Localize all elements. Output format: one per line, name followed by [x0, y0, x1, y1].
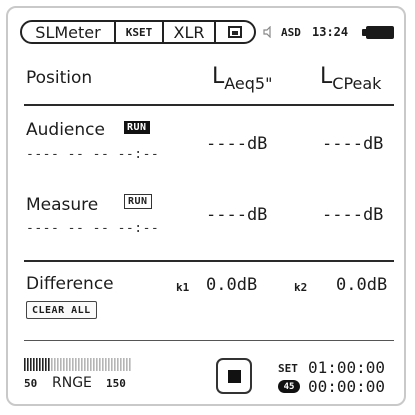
col-laeq-sub: Aeq5" — [224, 74, 273, 93]
meter-tick — [66, 358, 68, 371]
range-min: 50 — [24, 377, 38, 390]
clock-time: 13:24 — [312, 25, 349, 39]
row-audience-label: Audience — [26, 120, 105, 140]
audience-timestamp: ---- -- -- --:-- — [26, 147, 160, 162]
tab-kset-label: KSET — [125, 25, 153, 39]
meter-tick — [126, 358, 128, 371]
meter-tick — [105, 358, 107, 371]
meter-tick — [30, 358, 32, 371]
set-time: 01:00:00 — [308, 358, 386, 377]
difference-divider — [24, 260, 394, 262]
status-tabs: SLMeter KSET XLR — [20, 20, 256, 44]
tab-xlr-label: XLR — [173, 22, 205, 42]
col-lcpeak: LCPeak — [320, 64, 381, 93]
meter-tick — [96, 358, 98, 371]
measure-laeq-value: ----dB — [206, 205, 268, 225]
meter-tick — [69, 358, 71, 371]
footer-divider — [24, 340, 394, 341]
audience-run-button[interactable]: RUN — [124, 121, 150, 134]
tab-slmeter-label: SLMeter — [35, 22, 101, 42]
meter-tick — [102, 358, 104, 371]
k2-value: 0.0dB — [336, 275, 388, 295]
range-label: RNGE — [52, 375, 92, 391]
meter-tick — [57, 358, 59, 371]
meter-tick — [27, 358, 29, 371]
measure-run-button[interactable]: RUN — [124, 194, 152, 209]
tab-slmeter[interactable]: SLMeter — [22, 22, 116, 42]
range-meter-icon — [24, 358, 131, 371]
stop-icon — [227, 369, 241, 383]
speaker-icon — [263, 26, 271, 38]
elapsed-clock-icon: 45 — [278, 380, 300, 393]
difference-label: Difference — [26, 274, 114, 294]
meter-tick — [54, 358, 56, 371]
meter-tick — [114, 358, 116, 371]
meter-tick — [123, 358, 125, 371]
meter-tick — [117, 358, 119, 371]
stop-button[interactable] — [216, 358, 252, 394]
col-lcpeak-l: L — [320, 64, 333, 89]
clear-all-button[interactable]: CLEAR ALL — [26, 301, 97, 319]
meter-tick — [108, 358, 110, 371]
col-lcpeak-sub: CPeak — [332, 74, 382, 93]
tab-kset[interactable]: KSET — [116, 22, 164, 42]
tab-xlr[interactable]: XLR — [164, 22, 216, 42]
set-label: SET — [278, 362, 298, 375]
meter-tick — [75, 358, 77, 371]
elapsed-time: 00:00:00 — [308, 377, 386, 396]
col-laeq-l: L — [212, 64, 225, 89]
meter-tick — [45, 358, 47, 371]
meter-tick — [93, 358, 95, 371]
col-position: Position — [26, 68, 93, 88]
measure-lcpeak-value: ----dB — [322, 205, 384, 225]
meter-tick — [111, 358, 113, 371]
meter-tick — [84, 358, 86, 371]
audience-lcpeak-value: ----dB — [322, 134, 384, 154]
meter-tick — [51, 358, 53, 371]
meter-tick — [60, 358, 62, 371]
meter-tick — [99, 358, 101, 371]
meter-tick — [78, 358, 80, 371]
row-measure-label: Measure — [26, 195, 99, 215]
meter-tick — [36, 358, 38, 371]
meter-tick — [63, 358, 65, 371]
meter-tick — [39, 358, 41, 371]
meter-tick — [24, 358, 26, 371]
k1-label: k1 — [176, 281, 190, 294]
asd-label: ASD — [281, 26, 301, 39]
battery-icon — [362, 26, 394, 39]
measure-timestamp: ---- -- -- --:-- — [26, 221, 160, 236]
meter-tick — [81, 358, 83, 371]
meter-tick — [120, 358, 122, 371]
meter-tick — [72, 358, 74, 371]
k2-label: k2 — [294, 281, 308, 294]
meter-tick — [129, 358, 131, 371]
meter-tick — [90, 358, 92, 371]
meter-tick — [42, 358, 44, 371]
save-icon — [228, 26, 242, 38]
tab-save[interactable] — [216, 22, 254, 42]
range-max: 150 — [106, 377, 126, 390]
meter-tick — [48, 358, 50, 371]
meter-tick — [33, 358, 35, 371]
meter-tick — [87, 358, 89, 371]
audience-laeq-value: ----dB — [206, 134, 268, 154]
header-divider — [24, 104, 394, 106]
k1-value: 0.0dB — [206, 275, 258, 295]
col-laeq: LAeq5" — [212, 64, 272, 93]
